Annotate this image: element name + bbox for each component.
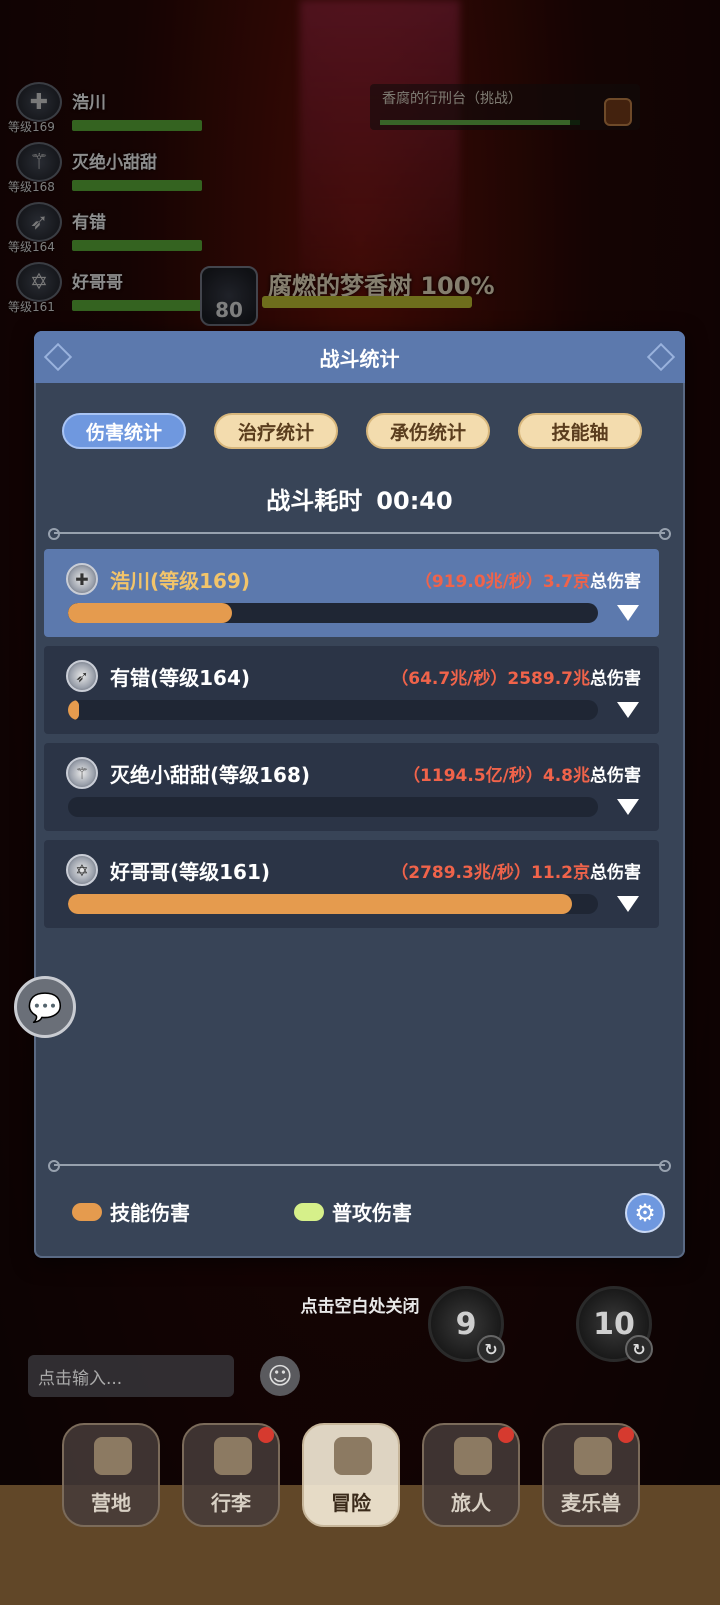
skill-damage-fill [68, 700, 79, 720]
skill-cooldown: 10 [593, 1306, 635, 1342]
divider [48, 528, 671, 540]
elapsed-label: 战斗耗时 [266, 487, 363, 515]
total-damage-label: 总伤害 [590, 766, 641, 786]
damage-bar [68, 603, 598, 623]
total-damage-label: 总伤害 [590, 669, 641, 689]
player-name: 好哥哥(等级161) [110, 860, 271, 884]
damage-row[interactable]: ➶ 有错(等级164) （64.7兆/秒）2589.7兆总伤害 [44, 646, 659, 734]
modal-title: 战斗统计 [319, 346, 400, 371]
nav-luggage[interactable]: 行李 [182, 1423, 280, 1527]
nav-label: 营地 [91, 1491, 131, 1515]
legend-label: 技能伤害 [110, 1201, 190, 1225]
elapsed-value: 00:40 [376, 487, 453, 515]
pentagram-icon: ✡ [66, 854, 98, 886]
divider [48, 1160, 671, 1172]
nav-label: 冒险 [331, 1491, 371, 1515]
refresh-icon: ↻ [477, 1335, 505, 1363]
nav-label: 行李 [211, 1491, 251, 1515]
fox-pet-icon [574, 1437, 612, 1475]
legend-swatch [72, 1202, 102, 1221]
dps-value: （2789.3兆/秒） [391, 863, 532, 883]
stats-tabs: 伤害统计 治疗统计 承伤统计 技能轴 [62, 413, 662, 449]
legend-skill-damage: 技能伤害 [72, 1197, 190, 1226]
damage-stat: （64.7兆/秒）2589.7兆总伤害 [391, 664, 641, 689]
notification-dot [618, 1427, 634, 1443]
damage-stat: （1194.5亿/秒）4.8兆总伤害 [403, 761, 641, 786]
player-name: 灭绝小甜甜(等级168) [110, 763, 311, 787]
castle-icon [94, 1437, 132, 1475]
modal-header: 战斗统计 [34, 331, 685, 383]
skill-damage-fill [68, 603, 233, 623]
skill-cooldown: 9 [455, 1306, 477, 1342]
damage-row[interactable]: ✡ 好哥哥(等级161) （2789.3兆/秒）11.2京总伤害 [44, 840, 659, 928]
total-damage-label: 总伤害 [590, 572, 641, 592]
emoji-button[interactable]: ☺ [260, 1356, 300, 1396]
total-damage-value: 2589.7兆 [507, 669, 590, 689]
settings-button[interactable]: ⚙ [625, 1193, 665, 1233]
damage-stat: （2789.3兆/秒）11.2京总伤害 [391, 858, 641, 883]
chat-bubble-button[interactable]: 💬 [14, 976, 76, 1038]
tab-healing[interactable]: 治疗统计 [214, 413, 338, 449]
smiley-icon: ☺ [267, 1362, 293, 1390]
total-damage-value: 11.2京 [531, 863, 590, 883]
nav-label: 麦乐兽 [561, 1491, 621, 1515]
chat-input[interactable]: 点击输入... [28, 1355, 234, 1397]
bow-icon: ➶ [66, 660, 98, 692]
dps-value: （919.0兆/秒） [414, 572, 543, 592]
total-damage-label: 总伤害 [590, 863, 641, 883]
expand-caret-icon[interactable] [617, 605, 639, 621]
notification-dot [258, 1427, 274, 1443]
tab-damage[interactable]: 伤害统计 [62, 413, 186, 449]
nav-camp[interactable]: 营地 [62, 1423, 160, 1527]
cross-shield-icon: ✚ [66, 563, 98, 595]
total-damage-value: 4.8兆 [542, 766, 590, 786]
legend-normal-damage: 普攻伤害 [294, 1197, 412, 1226]
skill-button[interactable]: 10 ↻ [576, 1286, 653, 1363]
damage-stat: （919.0兆/秒）3.7京总伤害 [415, 567, 641, 592]
battle-stats-modal: 战斗统计 伤害统计 治疗统计 承伤统计 技能轴 战斗耗时 00:40 ✚ 浩川(等… [34, 331, 685, 1258]
nav-adventure[interactable]: 冒险 [302, 1423, 400, 1527]
expand-caret-icon[interactable] [617, 702, 639, 718]
player-name: 浩川(等级169) [110, 569, 251, 593]
gear-icon: ⚙ [634, 1199, 656, 1227]
nav-pets[interactable]: 麦乐兽 [542, 1423, 640, 1527]
tab-skill-timeline[interactable]: 技能轴 [518, 413, 642, 449]
expand-caret-icon[interactable] [617, 799, 639, 815]
legend-label: 普攻伤害 [332, 1201, 412, 1225]
damage-row[interactable]: ⚚ 灭绝小甜甜(等级168) （1194.5亿/秒）4.8兆总伤害 [44, 743, 659, 831]
chest-icon [214, 1437, 252, 1475]
total-damage-value: 3.7京 [542, 572, 590, 592]
damage-bar [68, 894, 598, 914]
skill-button[interactable]: 9 ↻ [428, 1286, 505, 1363]
character-portrait-icon [454, 1437, 492, 1475]
damage-bar [68, 700, 598, 720]
tab-damage-taken[interactable]: 承伤统计 [366, 413, 490, 449]
dps-value: （1194.5亿/秒） [403, 766, 543, 786]
crossed-swords-icon [334, 1437, 372, 1475]
chat-icon: 💬 [27, 990, 63, 1024]
refresh-icon: ↻ [625, 1335, 653, 1363]
legend-swatch [294, 1202, 324, 1221]
nav-label: 旅人 [451, 1491, 491, 1515]
dps-value: （64.7兆/秒） [391, 669, 508, 689]
damage-bar [68, 797, 598, 817]
skill-damage-fill [68, 894, 572, 914]
battle-elapsed: 战斗耗时 00:40 [34, 481, 685, 516]
damage-row[interactable]: ✚ 浩川(等级169) （919.0兆/秒）3.7京总伤害 [44, 549, 659, 637]
expand-caret-icon[interactable] [617, 896, 639, 912]
staff-icon: ⚚ [66, 757, 98, 789]
nav-travelers[interactable]: 旅人 [422, 1423, 520, 1527]
notification-dot [498, 1427, 514, 1443]
player-name: 有错(等级164) [110, 666, 251, 690]
